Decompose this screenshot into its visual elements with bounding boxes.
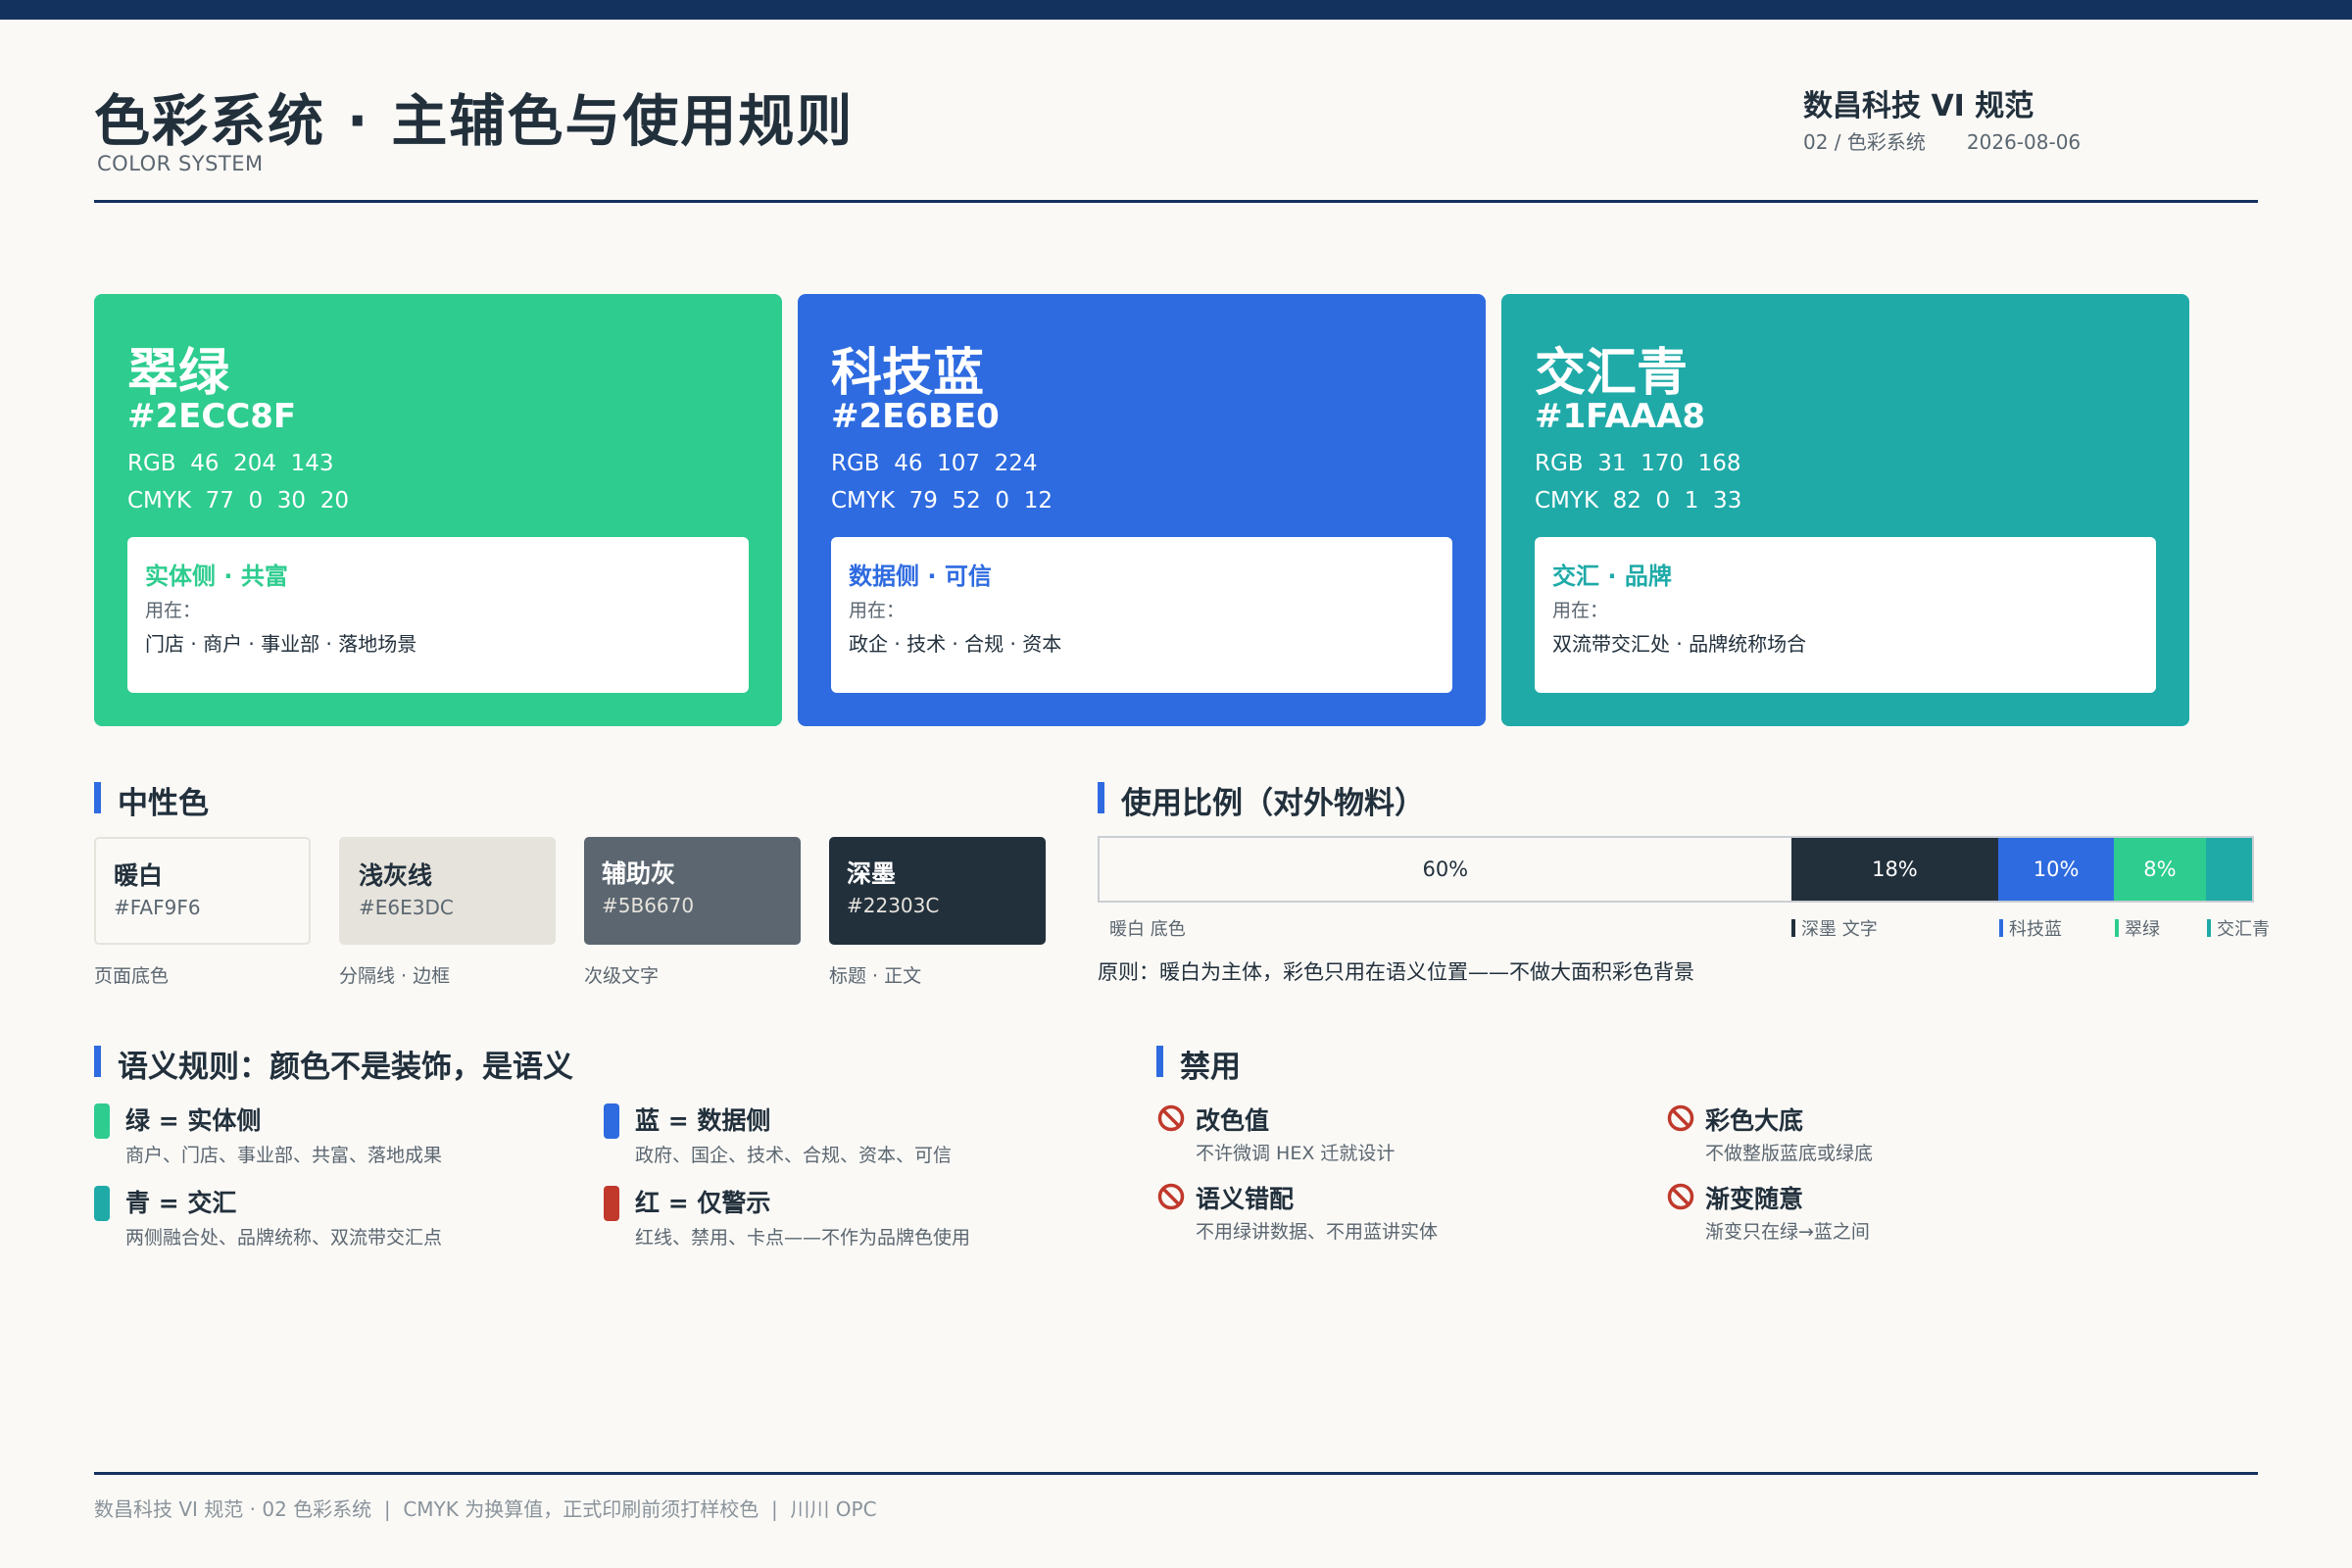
rule-desc: 红线、禁用、卡点——不作为品牌色使用 xyxy=(635,1227,971,1249)
swatch-deep-ink: 深墨 #22303C xyxy=(829,837,1046,945)
swatch-caption: 标题 · 正文 xyxy=(829,965,922,987)
swatch-name: 辅助灰 xyxy=(602,859,676,888)
color-rgb: RGB 46 107 224 xyxy=(831,451,1038,476)
page-subtitle: COLOR SYSTEM xyxy=(97,152,264,175)
use-list: 双流带交汇处 · 品牌统称场合 xyxy=(1552,632,1807,656)
color-cmyk: CMYK 82 0 1 33 xyxy=(1535,488,1742,514)
rule-title: 红 = 仅警示 xyxy=(635,1189,771,1217)
doc-date: 2026-08-06 xyxy=(1966,130,2082,154)
use-list: 政企 · 技术 · 合规 · 资本 xyxy=(849,632,1062,656)
banned-title: 改色值 xyxy=(1196,1106,1270,1135)
color-card-teal: 交汇青 #1FAAA8 RGB 31 170 168 CMYK 82 0 1 3… xyxy=(1501,294,2189,726)
usage-segment: 18% xyxy=(1790,838,1999,901)
color-chip xyxy=(604,1186,619,1221)
banned-desc: 不许微调 HEX 迁就设计 xyxy=(1196,1143,1396,1164)
usage-principle: 原则：暖白为主体，彩色只用在语义位置——不做大面积彩色背景 xyxy=(1098,960,1694,984)
legend-teal: 交汇青 xyxy=(2207,915,2270,941)
footer-text: 数昌科技 VI 规范 · 02 色彩系统 | CMYK 为换算值，正式印刷前须打… xyxy=(94,1497,877,1521)
usage-ratio-bar: 60% 18% 10% 8% xyxy=(1098,836,2254,903)
color-name: 科技蓝 xyxy=(831,344,985,403)
header-divider xyxy=(94,200,2258,203)
color-hex: #2E6BE0 xyxy=(831,397,1000,436)
color-card-blue: 科技蓝 #2E6BE0 RGB 46 107 224 CMYK 79 52 0 … xyxy=(798,294,1486,726)
swatch-hex: #E6E3DC xyxy=(359,896,454,919)
rule-desc: 商户、门店、事业部、共富、落地成果 xyxy=(125,1145,443,1166)
swatch-caption: 分隔线 · 边框 xyxy=(339,965,451,987)
ban-icon xyxy=(1157,1104,1185,1132)
color-hex: #1FAAA8 xyxy=(1535,397,1706,436)
banned-title: 渐变随意 xyxy=(1705,1185,1804,1213)
color-chip xyxy=(604,1103,619,1139)
swatch-warm-white: 暖白 #FAF9F6 xyxy=(94,837,311,945)
page-title: 色彩系统 · 主辅色与使用规则 xyxy=(94,89,855,154)
section-label: 02 / 色彩系统 xyxy=(1803,130,1926,154)
semantics-heading: 语义规则：颜色不是装饰，是语义 xyxy=(94,1042,573,1086)
color-name: 交汇青 xyxy=(1535,344,1689,403)
color-hex: #2ECC8F xyxy=(127,397,297,436)
rule-title: 青 = 交汇 xyxy=(125,1189,237,1217)
usage-segment: 10% xyxy=(1998,838,2114,901)
use-label: 用在： xyxy=(145,600,202,621)
rule-title: 蓝 = 数据侧 xyxy=(635,1106,771,1135)
swatch-caption: 页面底色 xyxy=(94,965,170,987)
usage-segment: 60% xyxy=(1100,838,1791,901)
use-list: 门店 · 商户 · 事业部 · 落地场景 xyxy=(145,632,417,656)
swatch-hex: #22303C xyxy=(847,894,940,917)
color-role: 实体侧 · 共富 xyxy=(145,563,288,590)
usage-segment: 8% xyxy=(2113,838,2206,901)
color-rgb: RGB 46 204 143 xyxy=(127,451,334,476)
swatch-aux-gray: 辅助灰 #5B6670 xyxy=(584,837,801,945)
banned-desc: 渐变只在绿→蓝之间 xyxy=(1705,1221,1870,1243)
color-chip xyxy=(94,1103,110,1139)
swatch-hex: #5B6670 xyxy=(602,894,695,917)
swatch-name: 深墨 xyxy=(847,859,897,888)
legend-tech-blue: 科技蓝 xyxy=(1999,915,2062,941)
ban-icon xyxy=(1667,1104,1694,1132)
banned-heading: 禁用 xyxy=(1156,1042,1241,1086)
ban-icon xyxy=(1667,1183,1694,1210)
color-cmyk: CMYK 79 52 0 12 xyxy=(831,488,1053,514)
swatch-light-gray: 浅灰线 #E6E3DC xyxy=(339,837,556,945)
usage-segment xyxy=(2205,838,2252,901)
use-label: 用在： xyxy=(1552,600,1609,621)
top-accent-bar xyxy=(0,0,2352,20)
color-card-green: 翠绿 #2ECC8F RGB 46 204 143 CMYK 77 0 30 2… xyxy=(94,294,782,726)
banned-title: 彩色大底 xyxy=(1705,1106,1804,1135)
color-role: 交汇 · 品牌 xyxy=(1552,563,1672,590)
banned-desc: 不用绿讲数据、不用蓝讲实体 xyxy=(1196,1221,1439,1243)
swatch-name: 浅灰线 xyxy=(359,861,433,890)
swatch-caption: 次级文字 xyxy=(584,965,660,987)
swatch-hex: #FAF9F6 xyxy=(114,896,201,919)
legend-deep-ink: 深墨 文字 xyxy=(1791,915,1878,941)
banned-desc: 不做整版蓝底或绿底 xyxy=(1705,1143,1874,1164)
neutrals-heading: 中性色 xyxy=(94,778,209,822)
color-cmyk: CMYK 77 0 30 20 xyxy=(127,488,349,514)
swatch-name: 暖白 xyxy=(114,861,164,890)
usage-box: 数据侧 · 可信 用在： 政企 · 技术 · 合规 · 资本 xyxy=(831,537,1452,693)
rule-desc: 政府、国企、技术、合规、资本、可信 xyxy=(635,1145,953,1166)
rule-desc: 两侧融合处、品牌统称、双流带交汇点 xyxy=(125,1227,443,1249)
color-name: 翠绿 xyxy=(127,344,230,403)
legend-warm-white: 暖白 底色 xyxy=(1109,919,1186,940)
footer-divider xyxy=(94,1472,2258,1475)
color-rgb: RGB 31 170 168 xyxy=(1535,451,1741,476)
color-chip xyxy=(94,1186,110,1221)
use-label: 用在： xyxy=(849,600,906,621)
usage-heading: 使用比例（对外物料） xyxy=(1098,778,1425,822)
color-role: 数据侧 · 可信 xyxy=(849,563,992,590)
rule-title: 绿 = 实体侧 xyxy=(125,1106,262,1135)
usage-box: 交汇 · 品牌 用在： 双流带交汇处 · 品牌统称场合 xyxy=(1535,537,2156,693)
brand-name: 数昌科技 VI 规范 xyxy=(1803,89,2034,123)
header-meta: 02 / 色彩系统 2026-08-06 xyxy=(1803,126,2081,155)
banned-title: 语义错配 xyxy=(1196,1185,1295,1213)
legend-green: 翠绿 xyxy=(2115,915,2160,941)
usage-box: 实体侧 · 共富 用在： 门店 · 商户 · 事业部 · 落地场景 xyxy=(127,537,749,693)
ban-icon xyxy=(1157,1183,1185,1210)
